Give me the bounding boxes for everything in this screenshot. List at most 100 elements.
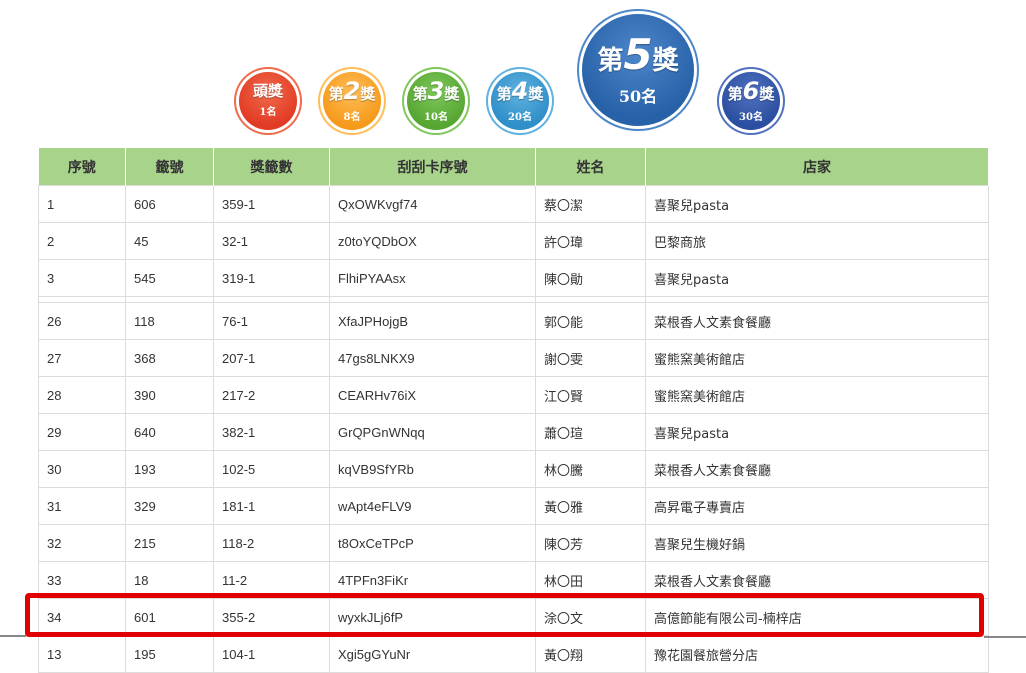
cell-ticket: 606 — [125, 185, 214, 223]
cell-serial: 29 — [38, 413, 126, 451]
prize-badge-3[interactable]: 第3獎 10名 — [407, 72, 465, 130]
cell-scratch-card: XfaJPHojgB — [329, 302, 536, 340]
cell-serial: 34 — [38, 598, 126, 636]
table-row: 28 390 217-2 CEARHv76iX 江〇賢 蜜熊窯美術館店 — [38, 376, 989, 414]
cell-name: 林〇騰 — [535, 450, 646, 488]
prize-badges: 頭獎 1名 第2獎 8名 第3獎 10名 第4獎 20名 第5獎 50名 第6獎 30名 — [0, 0, 1026, 148]
cell-scratch-card: wApt4eFLV9 — [329, 487, 536, 525]
cell-ticket: 329 — [125, 487, 214, 525]
table-row: 26 118 76-1 XfaJPHojgB 郭〇能 菜根香人文素食餐廳 — [38, 302, 989, 340]
table-row: 2 45 32-1 z0toYQDbOX 許〇瑋 巴黎商旅 — [38, 222, 989, 260]
cell-store: 菜根香人文素食餐廳 — [645, 561, 989, 599]
col-header-serial: 序號 — [38, 148, 126, 186]
col-header-prize-count: 獎籤數 — [213, 148, 330, 186]
cell-serial: 13 — [38, 635, 126, 673]
cell-scratch-card: 4TPFn3FiKr — [329, 561, 536, 599]
cell-serial: 31 — [38, 487, 126, 525]
col-header-ticket: 籤號 — [125, 148, 214, 186]
cell-ticket: 601 — [125, 598, 214, 636]
table-row: 1 606 359-1 QxOWKvgf74 蔡〇潔 喜聚兒pasta — [38, 185, 989, 223]
table-row: 13 195 104-1 Xgi5gGYuNr 黃〇翔 豫花園餐旅營分店 — [38, 635, 989, 673]
cell-scratch-card: Xgi5gGYuNr — [329, 635, 536, 673]
cell-prize-count: 102-5 — [213, 450, 330, 488]
cell-ticket: 215 — [125, 524, 214, 562]
cell-name: 蔡〇潔 — [535, 185, 646, 223]
prize-badge-6[interactable]: 第6獎 30名 — [722, 72, 780, 130]
cell-ticket: 640 — [125, 413, 214, 451]
cell-serial: 27 — [38, 339, 126, 377]
col-header-name: 姓名 — [535, 148, 646, 186]
prize-badge-1[interactable]: 頭獎 1名 — [239, 72, 297, 130]
cell-serial: 28 — [38, 376, 126, 414]
table-row: 30 193 102-5 kqVB9SfYRb 林〇騰 菜根香人文素食餐廳 — [38, 450, 989, 488]
cell-prize-count: 382-1 — [213, 413, 330, 451]
cell-serial: 26 — [38, 302, 126, 340]
cell-ticket: 193 — [125, 450, 214, 488]
prize-label: 頭獎 — [252, 82, 283, 101]
table-row: 31 329 181-1 wApt4eFLV9 黃〇雅 高昇電子專賣店 — [38, 487, 989, 525]
cell-prize-count: 104-1 — [213, 635, 330, 673]
cell-scratch-card: kqVB9SfYRb — [329, 450, 536, 488]
cell-store: 高昇電子專賣店 — [645, 487, 989, 525]
winners-table: 序號 籤號 獎籤數 刮刮卡序號 姓名 店家 1 606 359-1 QxOWKvgf7… — [38, 148, 989, 673]
cell-name: 許〇瑋 — [535, 222, 646, 260]
cell-serial: 32 — [38, 524, 126, 562]
cell-scratch-card: GrQPGnWNqq — [329, 413, 536, 451]
cell-prize-count: 32-1 — [213, 222, 330, 260]
prize-badge-4[interactable]: 第4獎 20名 — [491, 72, 549, 130]
cell-serial: 3 — [38, 259, 126, 297]
cell-prize-count: 181-1 — [213, 487, 330, 525]
cell-ticket: 45 — [125, 222, 214, 260]
cell-prize-count: 11-2 — [213, 561, 330, 599]
cell-prize-count: 217-2 — [213, 376, 330, 414]
cell-name: 林〇田 — [535, 561, 646, 599]
prize-count: 50名 — [618, 87, 658, 107]
cell-scratch-card: z0toYQDbOX — [329, 222, 536, 260]
table-row: 32 215 118-2 t8OxCeTPcP 陳〇芳 喜聚兒生機好鍋 — [38, 524, 989, 562]
cell-name: 謝〇雯 — [535, 339, 646, 377]
cell-ticket: 368 — [125, 339, 214, 377]
cell-prize-count: 118-2 — [213, 524, 330, 562]
cell-ticket: 545 — [125, 259, 214, 297]
cell-store: 喜聚兒pasta — [645, 185, 989, 223]
cell-name: 黃〇翔 — [535, 635, 646, 673]
cell-scratch-card: QxOWKvgf74 — [329, 185, 536, 223]
divider-line-left — [0, 635, 26, 637]
cell-name: 蕭〇瑄 — [535, 413, 646, 451]
cell-scratch-card: 47gs8LNKX9 — [329, 339, 536, 377]
cell-prize-count: 76-1 — [213, 302, 330, 340]
table-row: 34 601 355-2 wyxkJLj6fP 涂〇文 高億節能有限公司-楠梓店 — [38, 598, 989, 636]
cell-store: 豫花園餐旅營分店 — [645, 635, 989, 673]
divider-line-right — [984, 636, 1026, 638]
prize-count: 8名 — [343, 111, 361, 123]
cell-serial: 33 — [38, 561, 126, 599]
prize-label: 第2獎 — [328, 77, 376, 106]
cell-scratch-card: wyxkJLj6fP — [329, 598, 536, 636]
cell-ticket: 18 — [125, 561, 214, 599]
prize-label: 第3獎 — [412, 77, 460, 106]
col-header-store: 店家 — [645, 148, 989, 186]
table-header-row: 序號 籤號 獎籤數 刮刮卡序號 姓名 店家 — [38, 148, 989, 186]
prize-badge-5[interactable]: 第5獎 50名 — [582, 14, 694, 126]
cell-scratch-card: t8OxCeTPcP — [329, 524, 536, 562]
cell-ticket: 118 — [125, 302, 214, 340]
prize-label: 第5獎 — [597, 29, 679, 79]
cell-prize-count: 319-1 — [213, 259, 330, 297]
prize-badge-2[interactable]: 第2獎 8名 — [323, 72, 381, 130]
cell-name: 郭〇能 — [535, 302, 646, 340]
cell-ticket: 390 — [125, 376, 214, 414]
cell-store: 喜聚兒pasta — [645, 259, 989, 297]
cell-scratch-card: CEARHv76iX — [329, 376, 536, 414]
cell-name: 陳〇芳 — [535, 524, 646, 562]
cell-serial: 1 — [38, 185, 126, 223]
cell-store: 喜聚兒pasta — [645, 413, 989, 451]
prize-count: 30名 — [739, 111, 763, 123]
cell-scratch-card: FlhiPYAAsx — [329, 259, 536, 297]
prize-count: 10名 — [424, 111, 448, 123]
cell-name: 涂〇文 — [535, 598, 646, 636]
cell-store: 巴黎商旅 — [645, 222, 989, 260]
prize-label: 第6獎 — [727, 77, 775, 106]
cell-ticket: 195 — [125, 635, 214, 673]
cell-store: 菜根香人文素食餐廳 — [645, 302, 989, 340]
cell-store: 蜜熊窯美術館店 — [645, 376, 989, 414]
